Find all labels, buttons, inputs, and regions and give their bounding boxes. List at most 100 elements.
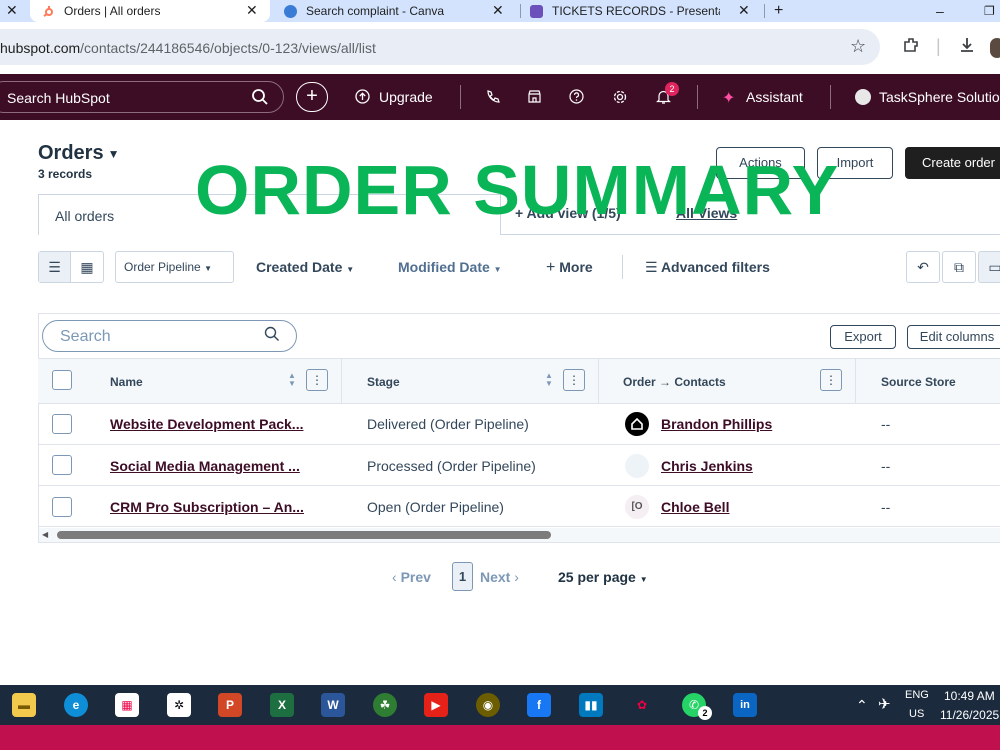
url-text[interactable]: hubspot.com/contacts/244186546/objects/0…: [0, 40, 376, 56]
column-menu-button[interactable]: ⋮: [306, 369, 328, 391]
row-checkbox[interactable]: [52, 497, 72, 517]
column-header-contacts[interactable]: Order → Contacts: [623, 375, 726, 389]
close-icon[interactable]: ✕: [246, 2, 258, 19]
current-page[interactable]: 1: [452, 562, 473, 591]
advanced-filters-button[interactable]: ☰ Advanced filters: [645, 259, 770, 276]
undo-button[interactable]: ↶: [906, 251, 940, 283]
tool-app-icon[interactable]: ✿: [630, 693, 654, 717]
per-page-select[interactable]: 25 per page ▼: [558, 569, 648, 585]
canva-logo-icon: [284, 4, 297, 18]
sort-icon[interactable]: ▲ ▼: [545, 372, 553, 388]
edge-browser-icon[interactable]: e: [64, 693, 88, 717]
file-explorer-icon[interactable]: ▬: [12, 693, 36, 717]
minimize-window-button[interactable]: –: [936, 0, 952, 22]
account-menu[interactable]: TaskSphere Solutio: [879, 89, 1000, 105]
scrollbar-thumb[interactable]: [57, 531, 551, 539]
language-indicator[interactable]: ENG: [905, 689, 929, 701]
word-icon[interactable]: W: [321, 693, 345, 717]
tab-title: Orders | All orders: [64, 4, 161, 18]
clock-time[interactable]: 10:49 AM: [944, 689, 995, 703]
prev-page-button[interactable]: ‹ Prev: [392, 569, 431, 585]
linkedin-icon[interactable]: in: [733, 693, 757, 717]
facebook-icon[interactable]: f: [527, 693, 551, 717]
board-view-icon[interactable]: ▦: [71, 252, 103, 282]
microsoft-store-icon[interactable]: ▦: [115, 693, 139, 717]
close-icon[interactable]: ✕: [738, 2, 750, 19]
created-date-filter[interactable]: Created Date ▼: [256, 259, 354, 275]
youtube-icon[interactable]: ▶: [424, 693, 448, 717]
browser-tab-tickets[interactable]: TICKETS RECORDS - Presentatio ✕: [530, 0, 762, 22]
clock-date[interactable]: 11/26/2025: [940, 708, 999, 722]
profile-avatar[interactable]: [990, 38, 1000, 58]
trello-icon[interactable]: ▮▮: [579, 693, 603, 717]
column-menu-button[interactable]: ⋮: [563, 369, 585, 391]
previous-tab-close[interactable]: ✕: [0, 0, 24, 22]
browser-tab-orders[interactable]: Orders | All orders ✕: [30, 0, 270, 22]
settings-gear-icon[interactable]: [612, 89, 628, 108]
edit-columns-button[interactable]: Edit columns: [907, 325, 1000, 349]
browser-tab-canva[interactable]: Search complaint - Canva ✕: [284, 0, 516, 22]
region-indicator[interactable]: US: [909, 708, 924, 720]
export-button[interactable]: Export: [830, 325, 896, 349]
column-header-source-store[interactable]: Source Store: [881, 375, 956, 389]
sort-icon[interactable]: ▲ ▼: [288, 372, 296, 388]
list-view-icon[interactable]: ☰: [39, 252, 72, 282]
chatgpt-icon[interactable]: ✲: [167, 693, 191, 717]
app-icon[interactable]: ◉: [476, 693, 500, 717]
contact-link[interactable]: Brandon Phillips: [661, 416, 772, 432]
contact-link[interactable]: Chris Jenkins: [661, 458, 753, 474]
download-icon[interactable]: [958, 36, 976, 59]
phone-icon[interactable]: [485, 89, 500, 107]
game-app-icon[interactable]: ☘: [373, 693, 397, 717]
close-icon[interactable]: ✕: [492, 2, 504, 19]
column-header-name[interactable]: Name: [110, 375, 143, 389]
excel-icon[interactable]: X: [270, 693, 294, 717]
upgrade-icon[interactable]: [355, 89, 370, 107]
table-search-input[interactable]: Search: [42, 320, 297, 352]
bookmark-star-icon[interactable]: ☆: [850, 36, 866, 57]
column-menu-button[interactable]: ⋮: [820, 369, 842, 391]
page-title-dropdown[interactable]: Orders ▼: [38, 142, 119, 165]
search-icon[interactable]: [251, 88, 269, 111]
column-header-stage[interactable]: Stage: [367, 375, 400, 389]
row-checkbox[interactable]: [52, 414, 72, 434]
create-order-button[interactable]: Create order: [905, 147, 1000, 179]
new-tab-button[interactable]: +: [774, 0, 794, 22]
assistant-button[interactable]: Assistant: [746, 89, 803, 105]
scroll-left-icon[interactable]: ◀: [42, 530, 48, 539]
quick-create-button[interactable]: +: [296, 82, 328, 112]
marketplace-icon[interactable]: [527, 89, 542, 107]
help-icon[interactable]: [569, 89, 584, 107]
chevron-up-icon[interactable]: ⌃: [856, 697, 868, 714]
restore-icon[interactable]: ❐: [984, 4, 995, 18]
order-name-link[interactable]: Social Media Management ...: [110, 458, 300, 474]
row-checkbox[interactable]: [52, 455, 72, 475]
upgrade-link[interactable]: Upgrade: [379, 89, 433, 105]
plus-icon[interactable]: +: [774, 2, 783, 20]
assistant-sparkle-icon[interactable]: ✦: [722, 88, 735, 108]
extensions-icon[interactable]: [902, 36, 920, 59]
order-name-link[interactable]: CRM Pro Subscription – An...: [110, 499, 304, 515]
next-page-button[interactable]: Next ›: [480, 569, 519, 585]
more-filters-button[interactable]: + More: [546, 259, 593, 277]
global-search-input[interactable]: Search HubSpot: [0, 81, 284, 113]
hubspot-nav-bar: Search HubSpot + Upgrade ✦ Assistant Tas…: [0, 74, 1000, 120]
order-name-link[interactable]: Website Development Pack...: [110, 416, 303, 432]
close-icon[interactable]: ✕: [6, 2, 18, 19]
save-icon: ▭: [988, 259, 1000, 275]
pipeline-select[interactable]: Order Pipeline ▼: [115, 251, 234, 283]
maximize-window-button[interactable]: ❐: [984, 0, 1000, 22]
account-avatar[interactable]: [855, 89, 871, 105]
airplane-mode-icon[interactable]: ✈: [878, 695, 891, 713]
column-divider[interactable]: [341, 358, 342, 404]
minimize-icon[interactable]: –: [936, 3, 944, 19]
contact-link[interactable]: Chloe Bell: [661, 499, 729, 515]
column-divider[interactable]: [855, 358, 856, 404]
powerpoint-icon[interactable]: P: [218, 693, 242, 717]
duplicate-view-button[interactable]: ⧉: [942, 251, 976, 283]
column-divider[interactable]: [598, 358, 599, 404]
save-view-button[interactable]: ▭: [978, 251, 1000, 283]
search-icon[interactable]: [264, 326, 280, 347]
modified-date-filter[interactable]: Modified Date ▼: [398, 259, 502, 275]
select-all-checkbox[interactable]: [52, 370, 72, 390]
